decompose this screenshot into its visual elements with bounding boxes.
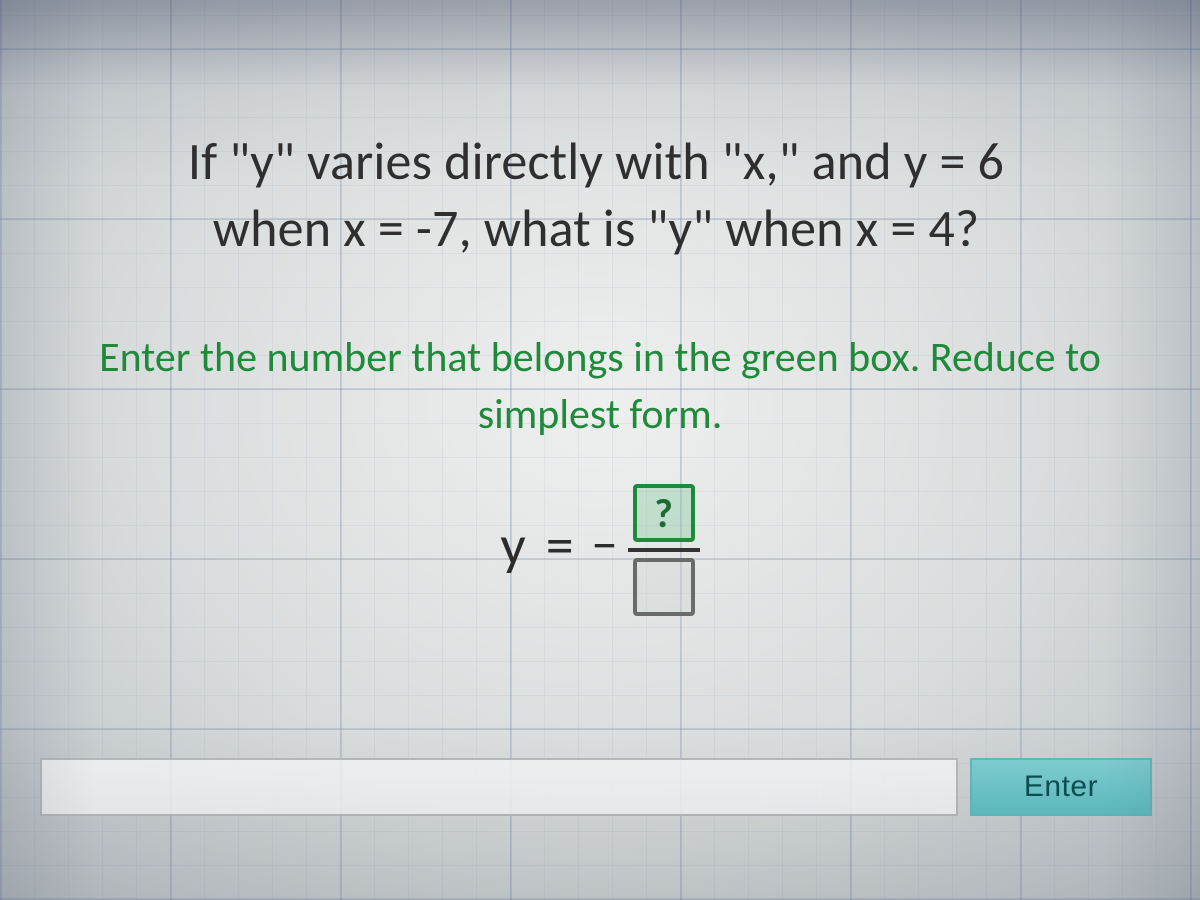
answer-row: Enter (40, 758, 1152, 816)
equals-sign: = (546, 512, 574, 580)
fraction: ? (628, 484, 700, 616)
answer-input[interactable] (40, 758, 958, 816)
numerator-input-box[interactable]: ? (633, 484, 695, 542)
denominator-input-box[interactable] (633, 558, 695, 616)
negative-sign: − (592, 512, 618, 576)
formula-lhs: y (500, 512, 525, 580)
question-text: If "y" varies directly with "x," and y =… (52, 128, 1140, 261)
answer-formula: y = − ? (0, 480, 1200, 612)
fraction-bar (628, 548, 700, 552)
hint-line-1: Enter the number that belongs in the gre… (99, 332, 920, 383)
problem-card: If "y" varies directly with "x," and y =… (0, 0, 1200, 900)
question-line-2: when x = -7, what is "y" when x = 4? (52, 195, 1140, 262)
question-line-1: If "y" varies directly with "x," and y =… (52, 128, 1140, 195)
enter-button[interactable]: Enter (970, 758, 1152, 816)
hint-text: Enter the number that belongs in the gre… (70, 330, 1130, 443)
